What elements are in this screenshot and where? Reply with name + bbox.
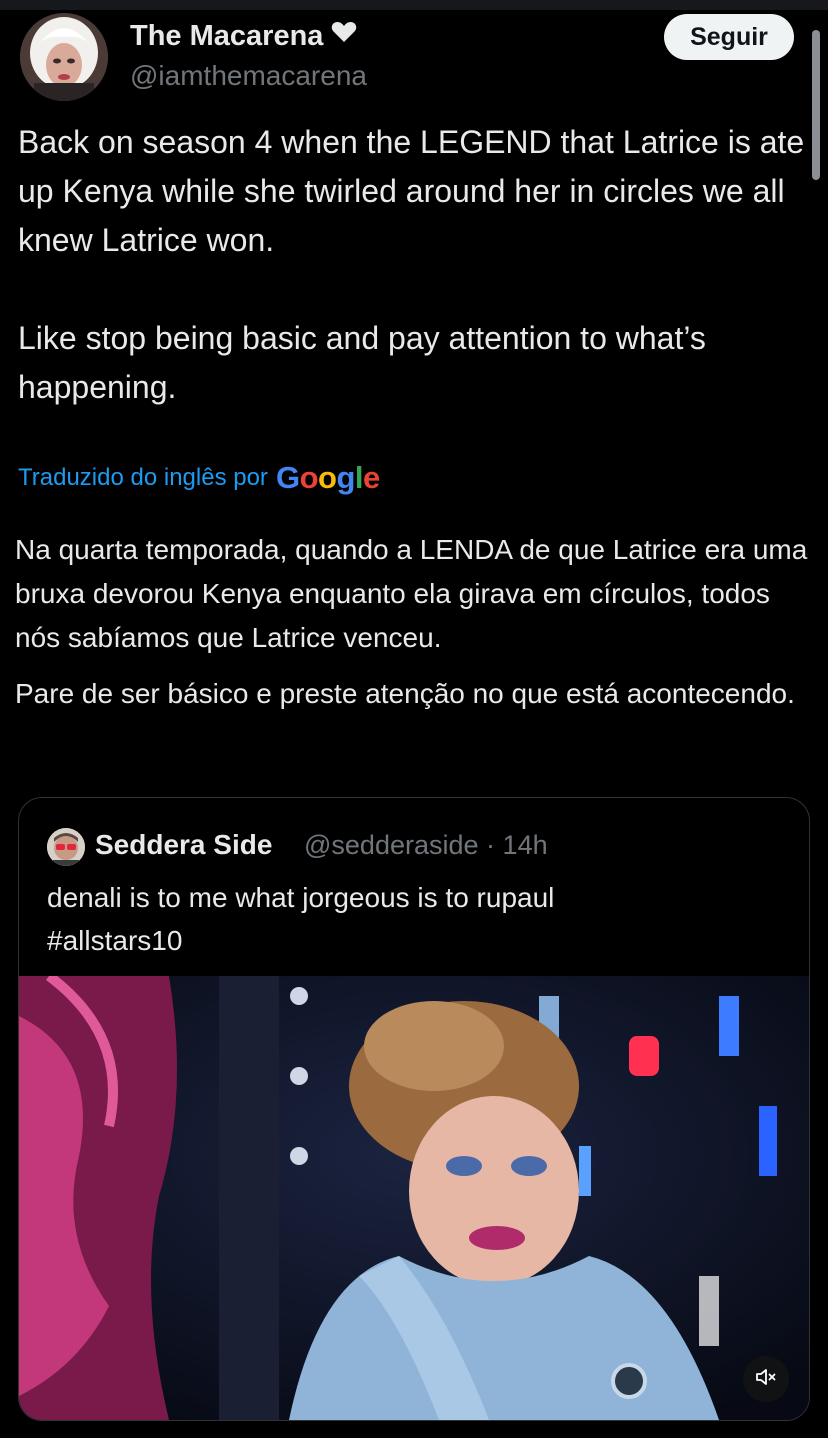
video-frame bbox=[19, 976, 809, 1420]
quoted-avatar-image bbox=[47, 828, 85, 866]
translation-attribution[interactable]: Traduzido do inglês por Google bbox=[18, 460, 380, 496]
follow-button[interactable]: Seguir bbox=[664, 14, 794, 60]
author-avatar[interactable] bbox=[20, 13, 108, 101]
quoted-author-name[interactable]: Seddera Side bbox=[95, 829, 272, 861]
author-handle[interactable]: @iamthemacarena bbox=[130, 60, 367, 92]
quoted-video[interactable] bbox=[19, 976, 809, 1420]
author-name[interactable]: The Macarena bbox=[130, 18, 357, 53]
quoted-author-avatar[interactable] bbox=[47, 828, 85, 866]
translation-paragraph: Na quarta temporada, quando a LENDA de q… bbox=[15, 534, 808, 653]
tweet-page: The Macarena @iamthemacarena Seguir Back… bbox=[0, 0, 828, 1438]
tweet-text: Back on season 4 when the LEGEND that La… bbox=[18, 124, 805, 405]
translation-label: Traduzido do inglês por bbox=[18, 464, 268, 491]
mute-button[interactable] bbox=[743, 1356, 789, 1402]
translated-text: Na quarta temporada, quando a LENDA de q… bbox=[15, 528, 815, 728]
top-bar bbox=[0, 0, 828, 10]
quoted-meta: @sedderaside · 14h bbox=[304, 830, 548, 861]
meta-separator: · bbox=[486, 830, 496, 860]
mute-icon bbox=[754, 1365, 778, 1394]
avatar-image bbox=[20, 13, 108, 101]
quoted-text-line: denali is to me what jorgeous is to rupa… bbox=[47, 882, 555, 913]
translation-paragraph: Pare de ser básico e preste atenção no q… bbox=[15, 678, 795, 709]
quoted-hashtag[interactable]: #allstars10 bbox=[47, 919, 787, 962]
google-logo: Google bbox=[275, 460, 380, 495]
author-name-text: The Macarena bbox=[130, 20, 324, 52]
quoted-tweet-card[interactable]: Seddera Side @sedderaside · 14h denali i… bbox=[18, 797, 810, 1421]
quoted-tweet-text: denali is to me what jorgeous is to rupa… bbox=[47, 876, 787, 962]
quoted-timestamp[interactable]: 14h bbox=[503, 830, 548, 860]
heart-icon bbox=[331, 18, 357, 51]
quoted-author-handle[interactable]: @sedderaside bbox=[304, 830, 479, 860]
